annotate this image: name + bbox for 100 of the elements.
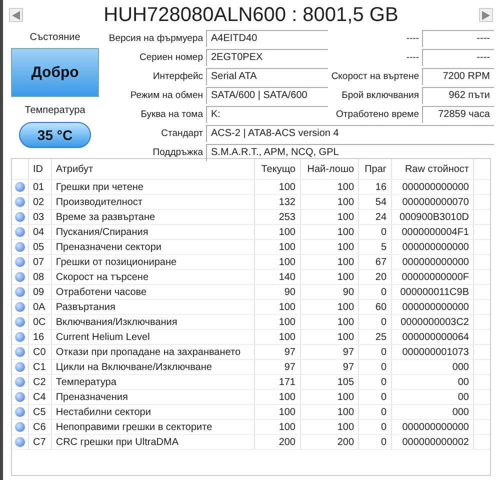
table-cell: 253 (254, 210, 300, 224)
table-cell: 100 (300, 240, 359, 254)
table-cell: 100 (300, 314, 359, 330)
column-header[interactable]: Праг (358, 159, 392, 180)
table-cell: 100 (300, 254, 359, 270)
table-cell: C4 (28, 390, 52, 404)
column-header[interactable]: Атрибут (51, 159, 255, 180)
previous-disk-button[interactable] (9, 8, 23, 22)
field-label: Режим на обмен (129, 89, 204, 103)
table-cell: 09 (28, 284, 52, 300)
table-cell: 07 (28, 254, 52, 270)
table-cell: 08 (28, 270, 52, 284)
status-dot-icon (15, 212, 25, 222)
column-header[interactable]: Текущо (254, 159, 300, 180)
table-cell: 0 (358, 344, 392, 360)
field-label: Буква на тома (140, 108, 204, 122)
table-cell: 00 (391, 390, 474, 404)
table-cell: Пускания/Спирания (51, 224, 255, 240)
status-dot-icon (15, 272, 25, 282)
left-triangle-icon[interactable] (12, 10, 20, 20)
table-cell: 5 (358, 240, 392, 254)
table-cell: 100 (254, 404, 300, 420)
field-value: 72859 часа (422, 106, 494, 123)
column-header[interactable]: Raw стойност (391, 159, 474, 180)
status-dot-icon (15, 392, 25, 402)
field-value: SATA/600 | SATA/600 (206, 87, 328, 104)
status-dot-icon (15, 302, 25, 312)
right-triangle-icon[interactable] (482, 10, 490, 20)
table-cell: 100 (300, 330, 359, 344)
status-dot-icon (15, 316, 25, 327)
status-dot-icon (15, 362, 25, 372)
table-cell: 100 (254, 224, 300, 240)
table-cell: 100 (254, 330, 300, 344)
table-cell: 0 (358, 390, 392, 404)
table-cell: 000000000070 (391, 194, 474, 210)
column-header[interactable]: Най-лошо (300, 159, 359, 180)
table-cell: 01 (28, 180, 52, 194)
table-cell: 20 (358, 270, 392, 284)
table-cell: Непоправими грешки в секторите (51, 420, 255, 434)
table-cell: 100 (300, 420, 359, 434)
temperature-label: Температура (24, 105, 86, 117)
table-cell: 0 (358, 314, 392, 330)
status-dot-icon (15, 226, 25, 237)
status-dot-icon (15, 406, 25, 417)
field-label: Поддръжка (152, 146, 204, 160)
field-label: Скорост на въртене (330, 70, 420, 84)
field-value: A4EITD40 (206, 30, 328, 47)
field-value: K: (206, 106, 328, 123)
table-cell: 97 (254, 360, 300, 374)
table-cell: 54 (358, 194, 392, 210)
table-cell: Грешки при четене (51, 180, 255, 194)
table-cell: Нестабилни сектори (51, 404, 255, 420)
status-dot-icon (15, 196, 25, 207)
table-cell: 132 (254, 194, 300, 210)
table-cell: 04 (28, 224, 52, 240)
table-cell: 140 (254, 270, 300, 284)
field-label: Версия на фърмуера (108, 32, 204, 46)
field-label: Сериен номер (138, 51, 204, 65)
table-cell: 16 (358, 180, 392, 194)
temperature-button[interactable]: 35 °C (19, 122, 91, 148)
table-cell: C6 (28, 420, 52, 434)
table-cell: Откази при пропадане на захранването (51, 344, 255, 360)
column-header[interactable]: ID (28, 159, 52, 180)
table-cell: Цикли на Включване/Изключване (51, 360, 255, 374)
table-cell: 100 (300, 270, 359, 284)
next-disk-button[interactable] (479, 8, 493, 22)
table-cell: 100 (254, 240, 300, 254)
field-value: ---- (422, 30, 494, 47)
field-value: S.M.A.R.T., APM, NCQ, GPL (206, 144, 494, 161)
table-cell: 67 (358, 254, 392, 270)
field-label: Брой включвания (340, 89, 420, 103)
table-cell: Време за развъртане (51, 210, 255, 224)
table-cell: 60 (358, 300, 392, 314)
field-value: 7200 RPM (422, 68, 494, 85)
status-dot-icon (15, 436, 25, 447)
table-cell: Current Helium Level (51, 330, 255, 344)
table-cell: C5 (28, 404, 52, 420)
table-cell: 90 (254, 284, 300, 300)
table-cell: 000000000000 (391, 254, 474, 270)
field-label: Интерфейс (152, 70, 204, 84)
table-cell: 105 (300, 374, 359, 390)
table-cell: 000000000000 (391, 300, 474, 314)
table-cell: 0000000004F1 (391, 224, 474, 240)
table-cell: 000000011C9B (391, 284, 474, 300)
table-cell: 0 (358, 224, 392, 240)
field-label: ---- (405, 51, 420, 65)
table-cell: 25 (358, 330, 392, 344)
table-cell: Преназначения (51, 390, 255, 404)
status-label: Състояние (30, 32, 80, 44)
table-cell: 02 (28, 194, 52, 210)
table-cell: 000 (391, 404, 474, 420)
status-dot-icon (15, 286, 25, 297)
table-cell: Преназначени сектори (51, 240, 255, 254)
status-dot-icon (15, 422, 25, 432)
table-cell: 100 (254, 180, 300, 194)
table-cell: 0C (28, 314, 52, 330)
table-cell: 24 (358, 210, 392, 224)
health-status-button[interactable]: Добро (11, 48, 99, 97)
status-dot-icon (15, 346, 25, 357)
table-cell: 100 (254, 420, 300, 434)
